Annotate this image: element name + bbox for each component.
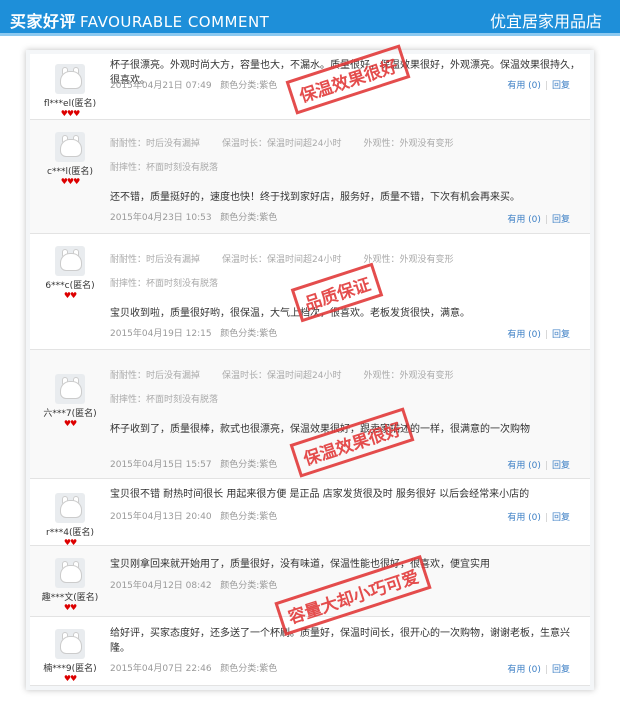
review-tag-extra: 耐摔性：杯面时刻没有脱落: [110, 279, 219, 289]
review-item: c***l(匿名) ♥♥♥ 耐耐性：时后没有漏掉 保温时长：保温时间超24小时 外观…: [30, 120, 590, 234]
buyer-level-icon: ♥♥: [63, 419, 77, 428]
review-meta: 2015年04月21日 07:49 颜色分类:紫色: [110, 81, 278, 91]
buyer-level-icon: ♥♥♥: [60, 177, 81, 186]
section-header: 买家好评 FAVOURABLE COMMENT 优宜居家用品店: [0, 0, 620, 36]
useful-button[interactable]: 有用 (0): [507, 665, 541, 675]
reply-link[interactable]: 回复: [552, 330, 570, 340]
review-tag-extra: 耐摔性：杯面时刻没有脱落: [110, 163, 219, 173]
buyer-level-icon: ♥♥: [63, 291, 77, 300]
review-text: 还不错，质量挺好的，速度也快！终于找到家好店，服务好，质量不错，下次有机会再来买…: [110, 192, 520, 203]
section-title-en: FAVOURABLE COMMENT: [80, 13, 270, 31]
review-tags: 耐耐性：时后没有漏掉 保温时长：保温时间超24小时 外观性：外观没有变形: [110, 255, 454, 265]
avatar: [55, 132, 85, 162]
review-meta: 2015年04月12日 08:42 颜色分类:紫色: [110, 581, 278, 591]
review-user: 趣***文(匿名) ♥♥: [30, 546, 110, 628]
reply-link[interactable]: 回复: [552, 81, 570, 91]
username: c***l(匿名): [47, 167, 93, 177]
avatar: [55, 629, 85, 659]
username: 趣***文(匿名): [41, 593, 99, 603]
review-actions: 有用 (0) | 回复: [507, 81, 570, 91]
review-text: 宝贝很不错 耐热时间很长 用起来很方便 是正品 店家发货很及时 服务很好 以后会…: [110, 489, 530, 500]
reply-link[interactable]: 回复: [552, 513, 570, 523]
review-meta: 2015年04月15日 15:57 颜色分类:紫色: [110, 460, 278, 470]
avatar: [55, 493, 85, 523]
avatar: [55, 246, 85, 276]
buyer-level-icon: ♥♥♥: [60, 109, 81, 118]
avatar: [55, 374, 85, 404]
section-title: 买家好评 FAVOURABLE COMMENT: [10, 8, 269, 32]
review-actions: 有用 (0) | 回复: [507, 215, 570, 225]
review-tag-extra: 耐摔性：杯面时刻没有脱落: [110, 395, 219, 405]
review-actions: 有用 (0) | 回复: [507, 665, 570, 675]
review-actions: 有用 (0) | 回复: [507, 330, 570, 340]
avatar: [55, 558, 85, 588]
useful-button[interactable]: 有用 (0): [507, 215, 541, 225]
username: 楠***9(匿名): [43, 664, 97, 674]
useful-button[interactable]: 有用 (0): [507, 81, 541, 91]
reply-link[interactable]: 回复: [552, 215, 570, 225]
section-title-cn: 买家好评: [10, 12, 77, 31]
useful-button[interactable]: 有用 (0): [507, 513, 541, 523]
shop-name: 优宜居家用品店: [489, 12, 602, 31]
review-text: 宝贝收到啦，质量很好哟，很保温，大气上档次，很喜欢。老板发货很快，满意。: [110, 308, 470, 319]
buyer-level-icon: ♥♥: [63, 674, 77, 683]
username: 6***c(匿名): [45, 281, 95, 291]
review-user: 6***c(匿名) ♥♥: [30, 234, 110, 361]
review-item: r***4(匿名) ♥♥ 宝贝很不错 耐热时间很长 用起来很方便 是正品 店家发…: [30, 479, 590, 547]
useful-button[interactable]: 有用 (0): [507, 330, 541, 340]
review-meta: 2015年04月23日 10:53 颜色分类:紫色: [110, 213, 278, 223]
review-tags: 耐耐性：时后没有漏掉 保温时长：保温时间超24小时 外观性：外观没有变形: [110, 371, 454, 381]
buyer-level-icon: ♥♥: [63, 603, 77, 612]
review-user: 楠***9(匿名) ♥♥: [30, 617, 110, 697]
reply-link[interactable]: 回复: [552, 665, 570, 675]
username: 六***7(匿名): [43, 409, 97, 419]
review-user: c***l(匿名) ♥♥♥: [30, 120, 110, 245]
review-text: 宝贝刚拿回来就开始用了，质量很好，没有味道，保温性能也很好，很喜欢，便宜实用: [110, 559, 490, 570]
review-actions: 有用 (0) | 回复: [507, 513, 570, 523]
review-meta: 2015年04月07日 22:46 颜色分类:紫色: [110, 664, 278, 674]
useful-button[interactable]: 有用 (0): [507, 461, 541, 471]
review-actions: 有用 (0) | 回复: [507, 461, 570, 471]
reply-link[interactable]: 回复: [552, 461, 570, 471]
review-tags: 耐耐性：时后没有漏掉 保温时长：保温时间超24小时 外观性：外观没有变形: [110, 139, 454, 149]
review-meta: 2015年04月13日 20:40 颜色分类:紫色: [110, 512, 278, 522]
review-meta: 2015年04月19日 12:15 颜色分类:紫色: [110, 329, 278, 339]
username: r***4(匿名): [46, 528, 94, 538]
avatar: [55, 64, 85, 94]
review-text: 给好评，买家态度好，还多送了一个杯刷。质量好，保温时间长，很开心的一次购物，谢谢…: [110, 628, 570, 654]
username: fl***el(匿名): [43, 99, 97, 109]
review-user: fl***el(匿名) ♥♥♥: [30, 54, 110, 129]
